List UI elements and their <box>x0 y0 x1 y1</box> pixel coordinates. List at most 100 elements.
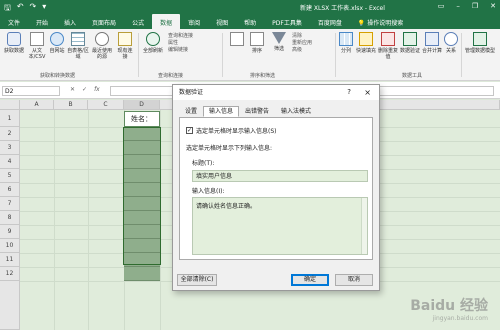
row-header-11[interactable]: 11 <box>0 253 20 267</box>
tab-file[interactable]: 文件 <box>0 14 28 29</box>
relationships-button[interactable]: 关系 <box>444 32 458 54</box>
clear-all-button[interactable]: 全部清除(C) <box>177 274 217 286</box>
fx-icon[interactable]: fx <box>94 86 100 93</box>
cancel-button[interactable]: 取消 <box>335 274 373 286</box>
ribbon-data: 获取数据 从文本/CSV 自网站 自表格/区域 最近使用的源 现有连接 获取和转… <box>0 29 500 81</box>
minimize-icon[interactable]: – <box>456 2 460 10</box>
tab-review[interactable]: 审阅 <box>180 14 208 29</box>
text-to-columns-button[interactable]: 分列 <box>338 32 354 54</box>
row-header-9[interactable]: 9 <box>0 225 20 239</box>
tab-view[interactable]: 视图 <box>208 14 236 29</box>
reapply-button[interactable]: 重新应用 <box>292 40 312 47</box>
cancel-icon[interactable]: ✕ <box>70 86 75 93</box>
row-header-12[interactable]: 12 <box>0 267 20 281</box>
flash-fill-button[interactable]: 快速填充 <box>356 32 376 54</box>
tab-baidu-netdisk[interactable]: 百度网盘 <box>310 14 350 29</box>
from-text-csv-button[interactable]: 从文本/CSV <box>26 32 48 60</box>
row-header-3[interactable]: 3 <box>0 141 20 155</box>
filter-button[interactable]: 筛选 <box>270 32 288 52</box>
row-header-6[interactable]: 6 <box>0 183 20 197</box>
message-text: 请确认姓名信息正确。 <box>196 203 257 210</box>
window-controls: ▭ – ❐ ✕ <box>438 2 496 10</box>
data-validation-dialog: 数据验证 ? × 设置 输入信息 出错警告 输入法模式 ✓ 选定单元格时显示输入… <box>172 84 380 291</box>
edit-links-button[interactable]: 编辑链接 <box>168 47 193 54</box>
row-header-4[interactable]: 4 <box>0 155 20 169</box>
row-header-7[interactable]: 7 <box>0 197 20 211</box>
help-icon[interactable]: ? <box>347 85 351 100</box>
cell-d12[interactable] <box>124 267 160 281</box>
select-all-corner[interactable] <box>0 100 20 110</box>
data-validation-button[interactable]: 数据验证 <box>400 32 420 54</box>
get-data-button[interactable]: 获取数据 <box>3 32 25 54</box>
show-input-message-checkbox[interactable]: ✓ 选定单元格时显示输入信息(S) <box>186 126 277 135</box>
row-header-10[interactable]: 10 <box>0 239 20 253</box>
manage-data-model-button[interactable]: 管理数据模型 <box>463 32 497 54</box>
row-header-8[interactable]: 8 <box>0 211 20 225</box>
queries-connections-button[interactable]: 查询和连接 <box>168 33 193 40</box>
tell-me-label: 操作说明搜索 <box>367 20 404 27</box>
row-header-5[interactable]: 5 <box>0 169 20 183</box>
row-header-2[interactable]: 2 <box>0 127 20 141</box>
checkmark-icon: ✓ <box>186 127 193 134</box>
refresh-all-button[interactable]: 全部刷新 <box>142 32 164 54</box>
from-table-button[interactable]: 自表格/区域 <box>67 32 89 60</box>
ribbon-display-icon[interactable]: ▭ <box>438 2 445 10</box>
remove-duplicates-button[interactable]: 删除重复值 <box>378 32 398 60</box>
window-title: 新建 XLSX 工作表.xlsx - Excel <box>300 5 385 12</box>
grid-line <box>54 110 55 330</box>
tab-pdf-tools[interactable]: PDF工具集 <box>264 14 310 29</box>
sort-az-button[interactable] <box>228 32 246 48</box>
sort-dialog-icon <box>250 32 264 46</box>
tab-data[interactable]: 数据 <box>152 14 181 29</box>
watermark-text: Baidu 经验 <box>410 298 488 314</box>
table-icon <box>71 32 85 46</box>
message-textarea[interactable]: 请确认姓名信息正确。 <box>192 197 368 255</box>
dialog-title-bar: 数据验证 ? × <box>173 85 379 100</box>
column-header-c[interactable]: C <box>88 100 124 110</box>
group-label-data-tools: 数据工具 <box>402 73 423 79</box>
column-header-d[interactable]: D <box>124 100 160 110</box>
database-icon <box>7 32 21 46</box>
clock-icon <box>95 32 109 46</box>
tab-home[interactable]: 开始 <box>28 14 56 29</box>
existing-connections-button[interactable]: 现有连接 <box>116 32 134 60</box>
tab-formulas[interactable]: 公式 <box>124 14 152 29</box>
textarea-scrollbar[interactable] <box>361 198 367 254</box>
dialog-title: 数据验证 <box>179 89 204 96</box>
globe-icon <box>50 32 64 46</box>
row-header-1[interactable]: 1 <box>0 110 20 127</box>
tab-ime-mode[interactable]: 输入法模式 <box>275 106 317 117</box>
clear-filter-button[interactable]: 清除 <box>292 33 312 40</box>
tell-me-search[interactable]: 💡 操作说明搜索 <box>350 14 409 29</box>
queries-items: 查询和连接 属性 编辑链接 <box>168 33 193 54</box>
filter-items: 清除 重新应用 高级 <box>292 33 312 54</box>
restore-icon[interactable]: ❐ <box>472 2 478 10</box>
title-input[interactable]: 填实用户信息 <box>192 170 368 182</box>
tab-input-message[interactable]: 输入信息 <box>203 106 240 117</box>
relationships-icon <box>444 32 458 46</box>
enter-icon[interactable]: ✓ <box>82 86 87 93</box>
column-header-a[interactable]: A <box>20 100 54 110</box>
consolidate-button[interactable]: 合并计算 <box>422 32 442 54</box>
ok-button[interactable]: 确定 <box>291 274 329 286</box>
sort-button[interactable]: 排序 <box>248 32 266 54</box>
tab-page-layout[interactable]: 页面布局 <box>84 14 124 29</box>
cell-d1[interactable]: 姓名： <box>124 111 160 127</box>
tab-insert[interactable]: 插入 <box>56 14 84 29</box>
close-icon[interactable]: ✕ <box>490 2 496 10</box>
name-box[interactable]: D2 <box>2 86 60 96</box>
baidu-watermark: Baidu 经验 jingyan.baidu.com <box>410 295 488 322</box>
close-icon[interactable]: × <box>364 85 371 100</box>
data-model-icon <box>473 32 487 46</box>
tab-error-alert[interactable]: 出错警告 <box>239 106 275 117</box>
properties-button[interactable]: 属性 <box>168 40 193 47</box>
tab-help[interactable]: 帮助 <box>236 14 264 29</box>
row-header-blank <box>0 281 20 330</box>
tab-settings[interactable]: 设置 <box>179 106 203 117</box>
connection-icon <box>118 32 132 46</box>
from-web-button[interactable]: 自网站 <box>49 32 65 54</box>
recent-sources-button[interactable]: 最近使用的源 <box>91 32 113 60</box>
advanced-filter-button[interactable]: 高级 <box>292 47 312 54</box>
group-separator <box>138 33 139 77</box>
column-header-b[interactable]: B <box>54 100 88 110</box>
